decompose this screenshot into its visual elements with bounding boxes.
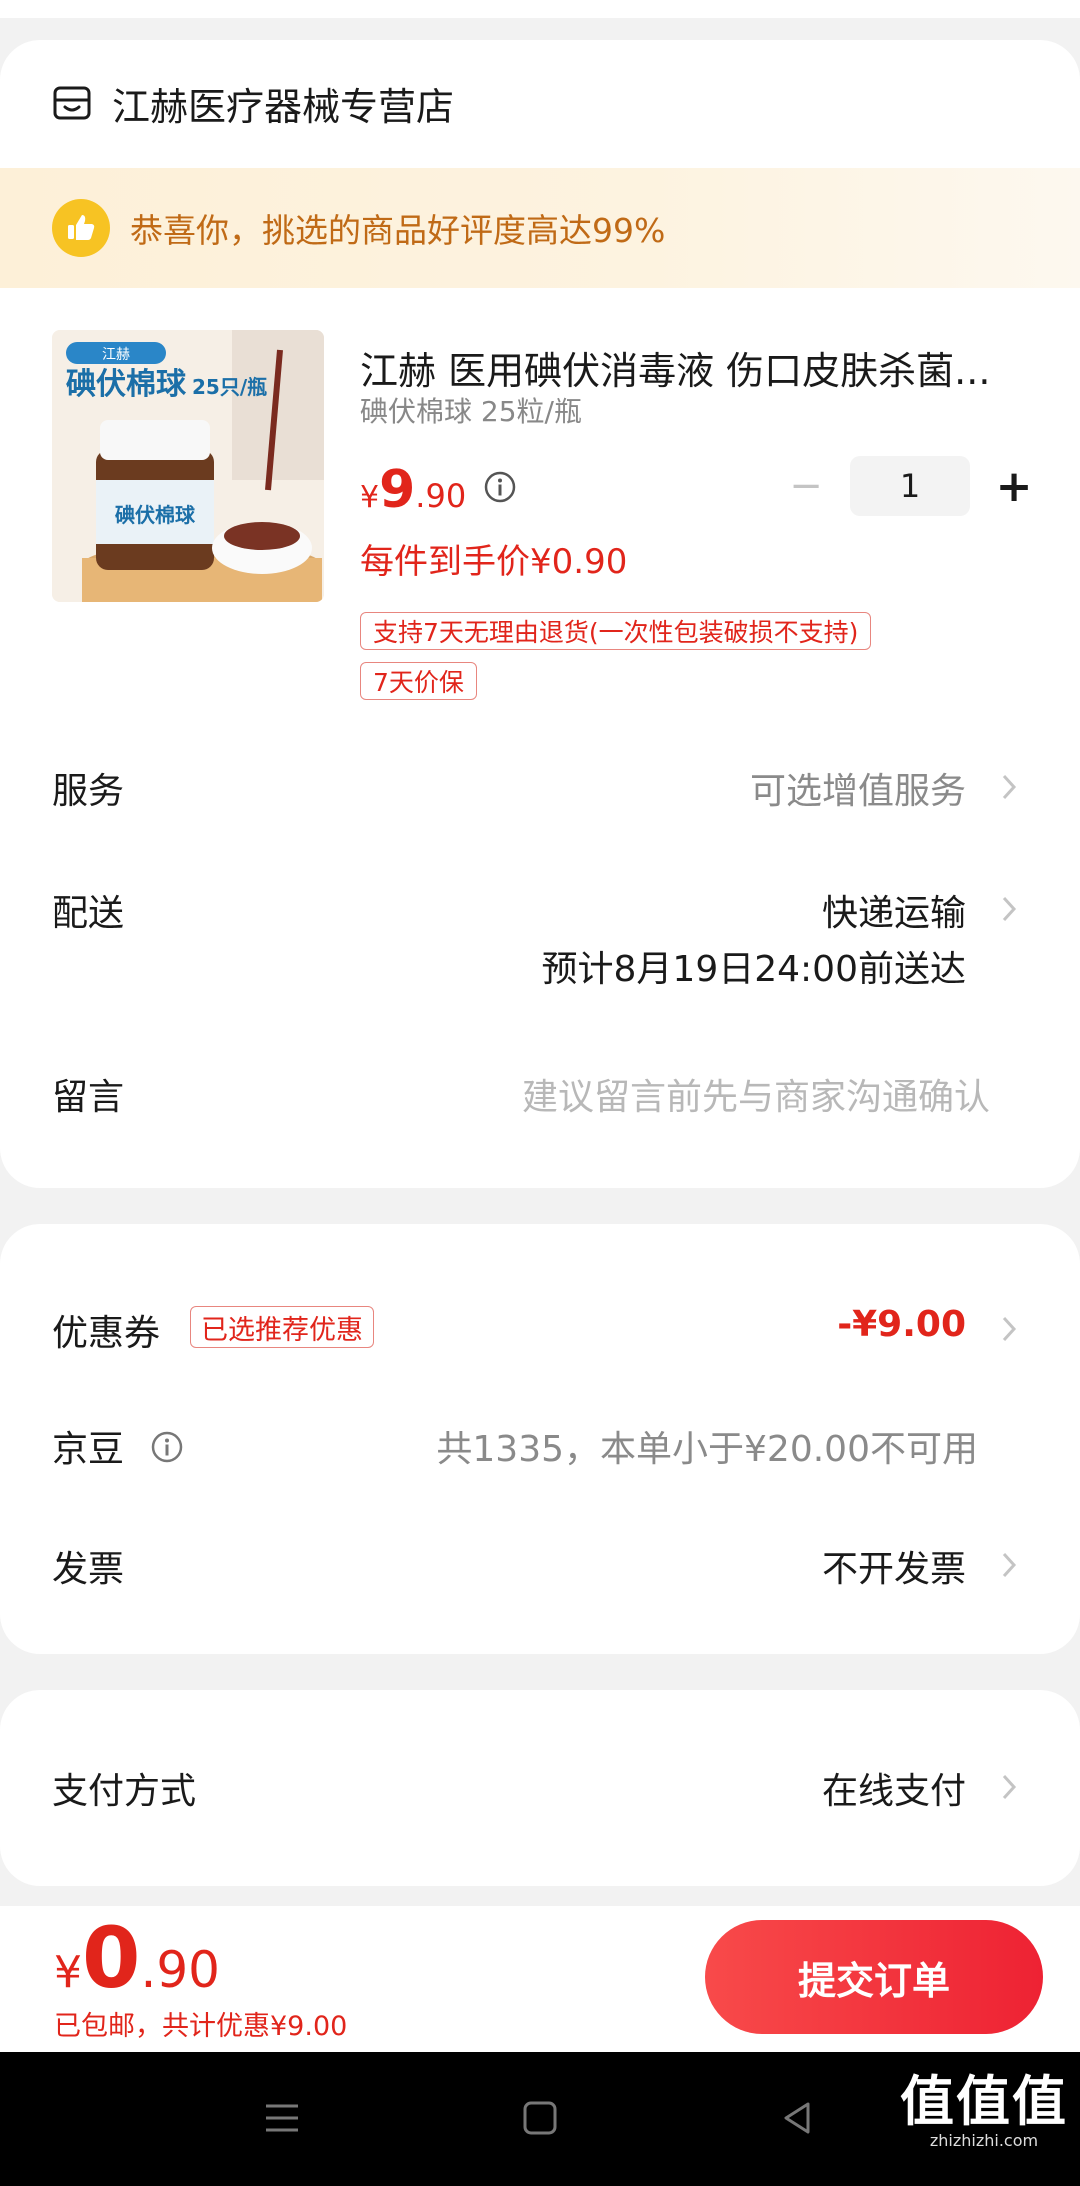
payment-card: 支付方式 在线支付 [0, 1690, 1080, 1886]
chevron-right-icon [1002, 774, 1017, 800]
product-image-caption-small: 碘伏棉球 [115, 503, 196, 527]
product-image-brand: 江赫 [102, 347, 130, 363]
watermark-logo: 值值值 [900, 2070, 1068, 2133]
delivery-label: 配送 [52, 893, 125, 934]
store-name: 江赫医疗器械专营店 [112, 84, 455, 129]
service-label: 服务 [52, 771, 125, 812]
product-image-caption: 碘伏棉球 [66, 367, 187, 402]
unit-price: 每件到手价¥0.90 [360, 542, 628, 582]
delivery-method: 快递运输 [821, 893, 966, 934]
invoice-value: 不开发票 [821, 1549, 966, 1590]
jd-beans-row[interactable]: 京豆 共1335，本单小于¥20.00不可用 [0, 1410, 1080, 1480]
total-integer: 0 [82, 1909, 141, 2007]
payment-method-row[interactable]: 支付方式 在线支付 [0, 1752, 1080, 1822]
price-protect-tag: 7天价保 [360, 662, 477, 700]
message-input[interactable]: 建议留言前先与商家沟通确认 [522, 1068, 990, 1120]
service-row[interactable]: 服务 可选增值服务 [0, 752, 1080, 822]
total-symbol: ¥ [54, 1947, 82, 1998]
total-summary: 已包邮，共计优惠¥9.00 [54, 2004, 347, 2043]
payment-label: 支付方式 [52, 1771, 197, 1812]
info-icon[interactable] [483, 470, 517, 504]
price-decimal: .90 [415, 477, 467, 515]
service-value: 可选增值服务 [749, 771, 966, 812]
rating-banner-text: 恭喜你，挑选的商品好评度高达99% [130, 211, 666, 250]
jd-beans-value: 共1335，本单小于¥20.00不可用 [436, 1429, 978, 1470]
price-symbol: ¥ [360, 480, 380, 515]
coupon-row[interactable]: 优惠券 已选推荐优惠 -¥9.00 [0, 1294, 1080, 1364]
watermark: 值值值 zhizhizhi.com [900, 2070, 1068, 2151]
chevron-right-icon [1002, 1552, 1017, 1578]
quantity-value[interactable]: 1 [850, 456, 970, 516]
system-nav-bar: 值值值 zhizhizhi.com [0, 2052, 1080, 2186]
free-shipping-text: 已包邮 [54, 2011, 135, 2042]
total-decimal: .90 [140, 1941, 220, 1999]
coupon-recommend-tag: 已选推荐优惠 [190, 1306, 374, 1348]
product-price: ¥ 9 .90 [360, 460, 466, 520]
invoice-label: 发票 [52, 1549, 125, 1590]
chevron-right-icon [1002, 1774, 1017, 1800]
price-integer: 9 [379, 460, 416, 520]
increase-quantity-button[interactable]: + [994, 456, 1034, 516]
thumbs-up-icon [52, 199, 110, 257]
message-row[interactable]: 留言 建议留言前先与商家沟通确认 [0, 1058, 1080, 1128]
product-image[interactable]: 碘伏棉球 碘伏棉球 25只/瓶 江赫 [52, 330, 324, 602]
product-title[interactable]: 江赫 医用碘伏消毒液 伤口皮肤杀菌... [360, 340, 1000, 395]
discount-card: 优惠券 已选推荐优惠 -¥9.00 京豆 共1335，本单小于¥20.00不可用… [0, 1224, 1080, 1654]
rating-banner: 恭喜你，挑选的商品好评度高达99% [0, 168, 1080, 288]
store-card: 江赫医疗器械专营店 恭喜你，挑选的商品好评度高达99% 碘伏棉球 碘伏棉球 25… [0, 40, 1080, 1188]
menu-icon[interactable] [252, 2088, 312, 2148]
chevron-right-icon [1002, 896, 1017, 922]
store-icon [53, 86, 91, 120]
message-label: 留言 [52, 1077, 125, 1118]
payment-value: 在线支付 [821, 1771, 966, 1812]
quantity-stepper: − 1 + [786, 456, 1034, 516]
watermark-url: zhizhizhi.com [929, 2131, 1039, 2151]
product-spec[interactable]: 碘伏棉球 25粒/瓶 [360, 390, 582, 430]
chevron-right-icon [1002, 1316, 1017, 1342]
jd-beans-label: 京豆 [52, 1429, 125, 1470]
coupon-label: 优惠券 [52, 1313, 161, 1354]
total-price: ¥ 0 .90 [54, 1916, 220, 2000]
home-icon[interactable] [510, 2088, 570, 2148]
savings-text: ，共计优惠¥9.00 [135, 2011, 348, 2042]
delivery-eta: 预计8月19日24:00前送达 [541, 949, 966, 990]
invoice-row[interactable]: 发票 不开发票 [0, 1530, 1080, 1600]
back-icon[interactable] [768, 2088, 828, 2148]
return-policy-tag: 支持7天无理由退货(一次性包装破损不支持) [360, 612, 872, 650]
info-icon[interactable] [150, 1430, 184, 1464]
decrease-quantity-button[interactable]: − [786, 456, 826, 516]
delivery-row[interactable]: 配送 快递运输 预计8月19日24:00前送达 [0, 874, 1080, 994]
submit-order-button[interactable]: 提交订单 [705, 1920, 1043, 2034]
coupon-value: -¥9.00 [837, 1304, 966, 1345]
product-image-count: 25只/瓶 [192, 375, 267, 399]
store-header[interactable]: 江赫医疗器械专营店 [52, 68, 454, 138]
